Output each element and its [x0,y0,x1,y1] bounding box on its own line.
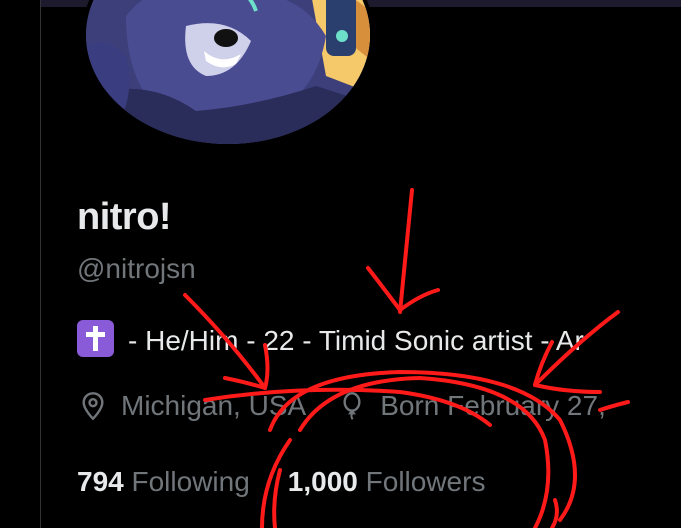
followers-label: Followers [365,466,486,497]
location-pin-icon [82,392,104,421]
avatar-artwork [86,0,370,144]
profile-avatar[interactable] [82,0,374,148]
profile-display-name: nitro! [77,196,172,238]
profile-location: Michigan, USA [121,390,307,421]
profile-meta: Michigan, USA Born February 27, [77,390,606,422]
latin-cross-emoji-icon [77,320,114,357]
profile-handle: @nitrojsn [77,253,196,284]
followers-count: 1,000 [287,466,358,497]
annotation-arrow-top [398,188,414,314]
annotation-arrow-top [366,266,440,312]
bio-text: - He/Him - 22 - Timid Sonic artist - Ar [128,325,584,356]
profile-bio: - He/Him - 22 - Timid Sonic artist - Ar [77,320,584,357]
following-link[interactable]: 794 Following [77,466,250,498]
profile-stats: 794 Following 1,000 Followers [77,466,485,498]
annotation-circle [550,498,559,528]
following-count: 794 [77,466,124,497]
balloon-icon [343,392,361,420]
following-label: Following [131,466,250,497]
profile-birthday: Born February 27, [380,390,606,421]
column-border [40,0,41,528]
followers-link[interactable]: 1,000 Followers [288,466,486,498]
